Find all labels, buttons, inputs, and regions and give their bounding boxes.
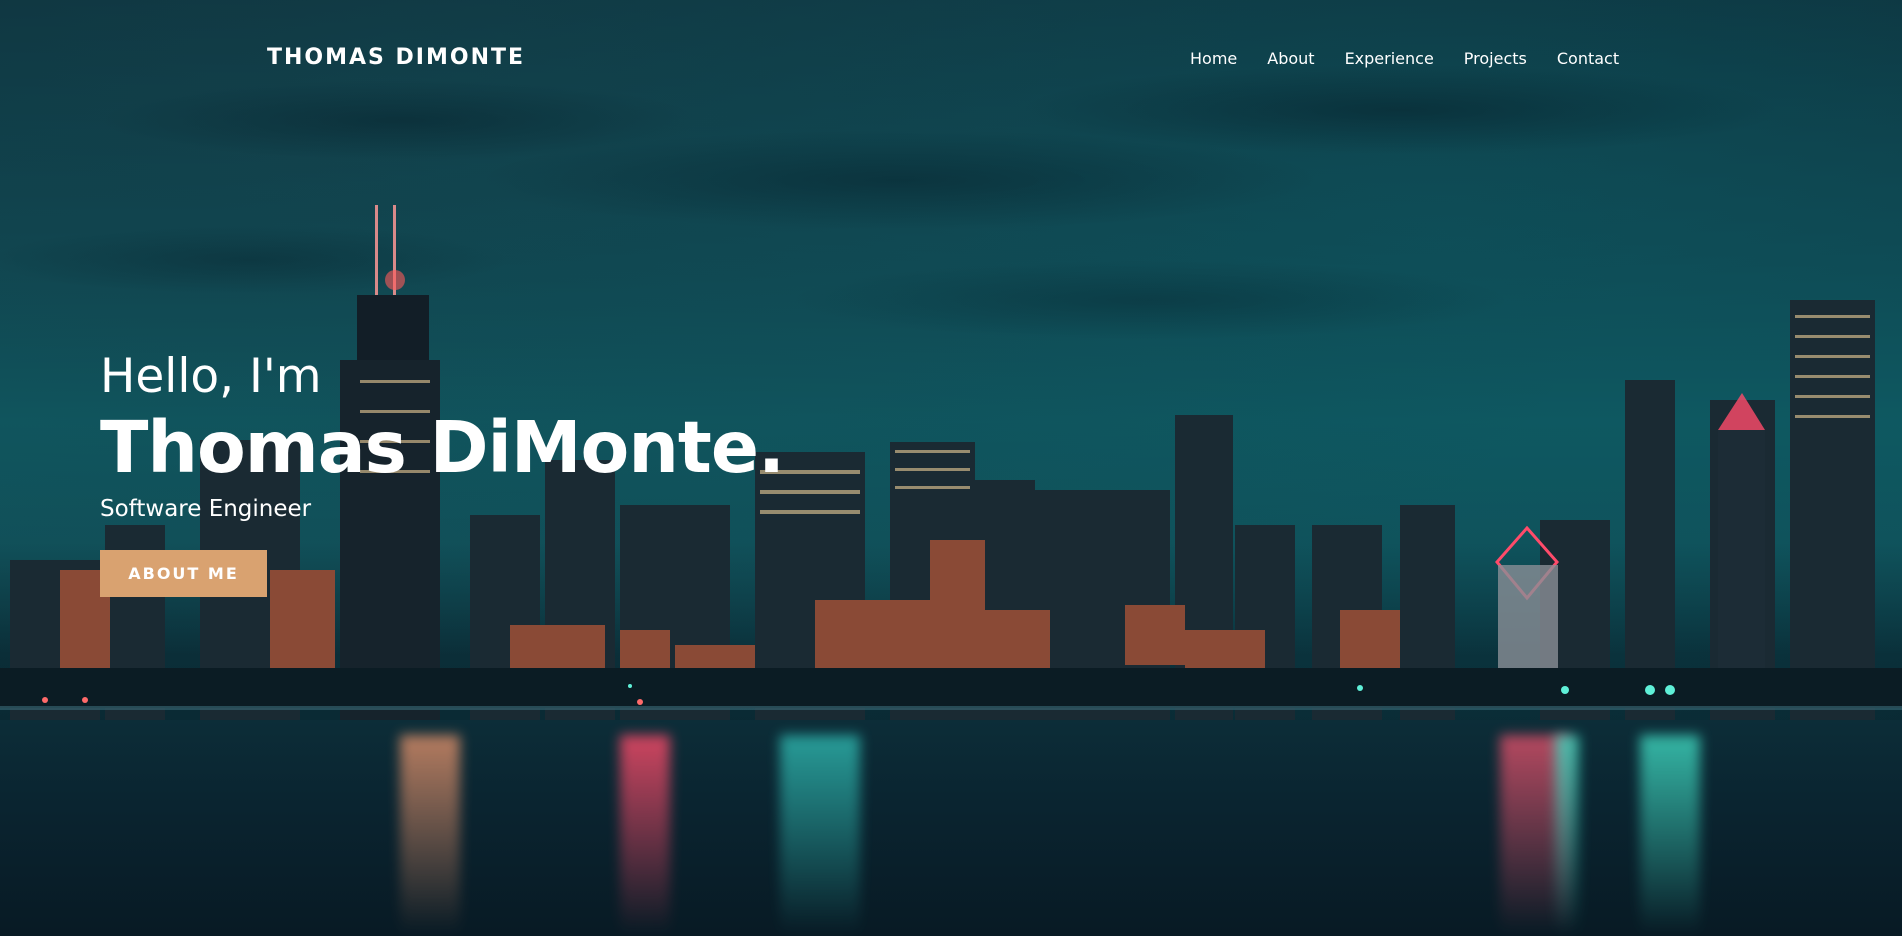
lake-water <box>0 720 1902 936</box>
water-reflection <box>620 735 670 935</box>
nav-link-projects[interactable]: Projects <box>1464 49 1527 68</box>
hero-greeting: Hello, I'm <box>100 349 322 404</box>
nav-link-home[interactable]: Home <box>1190 49 1237 68</box>
hero-section: THOMAS DIMONTE Home About Experience Pro… <box>0 0 1902 936</box>
water-reflection <box>1640 735 1700 935</box>
water-reflection <box>1555 735 1579 935</box>
hero-role: Software Engineer <box>100 496 312 522</box>
nav-link-contact[interactable]: Contact <box>1557 49 1619 68</box>
top-navbar: THOMAS DIMONTE Home About Experience Pro… <box>0 0 1902 116</box>
hero-name: Thomas DiMonte. <box>100 406 785 489</box>
water-reflection <box>400 735 460 935</box>
hero-intro: Hello, I'm Thomas DiMonte. Software Engi… <box>100 348 785 522</box>
nav-links: Home About Experience Projects Contact <box>1190 49 1619 68</box>
about-me-button[interactable]: ABOUT ME <box>100 550 267 597</box>
site-brand[interactable]: THOMAS DIMONTE <box>267 45 525 70</box>
nav-link-experience[interactable]: Experience <box>1345 49 1434 68</box>
water-reflection <box>780 735 860 935</box>
nav-link-about[interactable]: About <box>1267 49 1314 68</box>
